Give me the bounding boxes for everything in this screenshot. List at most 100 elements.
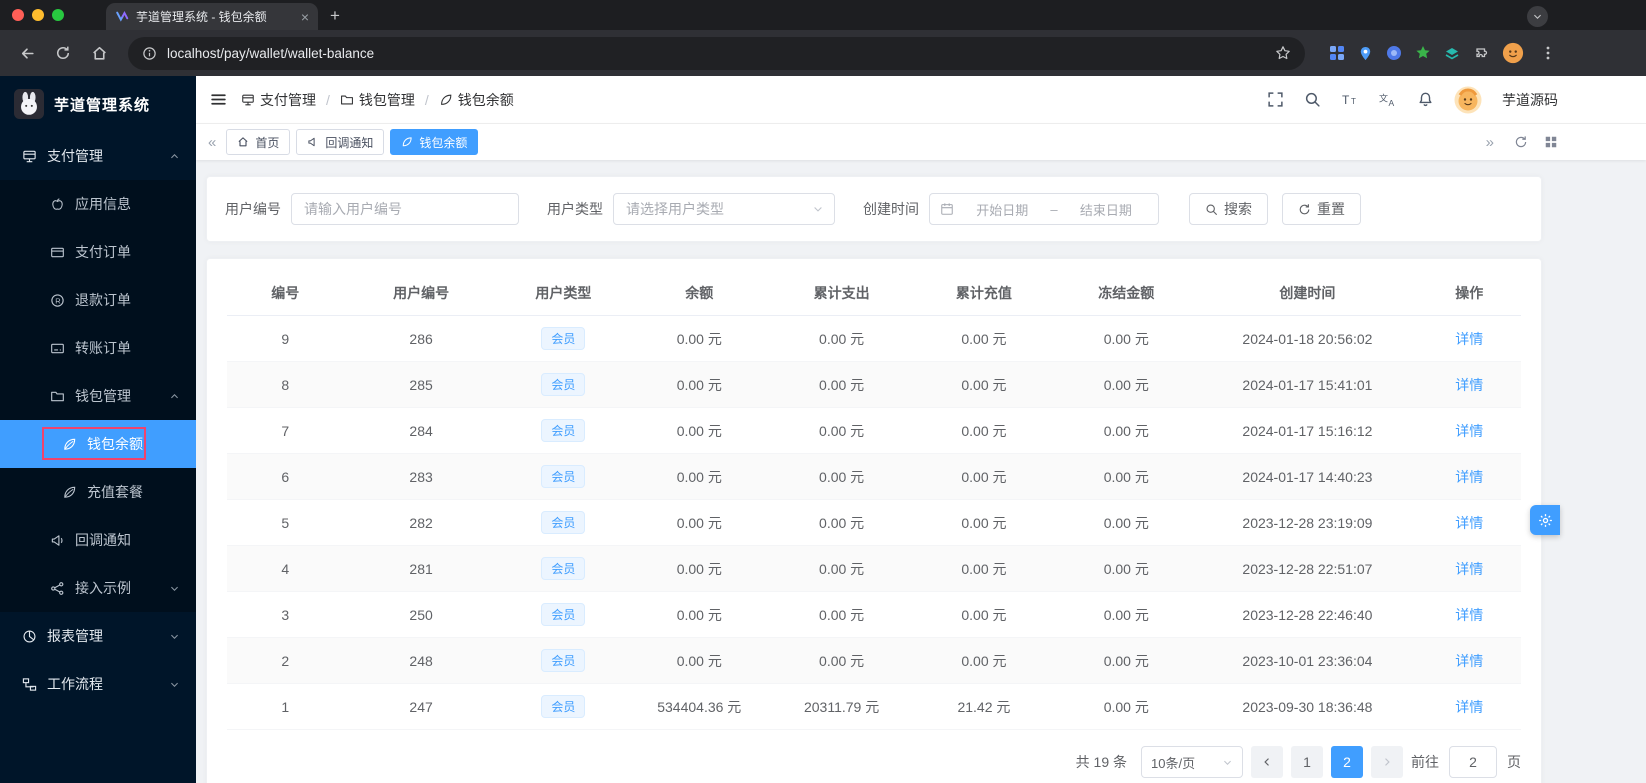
refresh-icon[interactable] [1514, 135, 1528, 149]
sidebar-item-workflow[interactable]: 工作流程 [0, 660, 196, 708]
search-filter-card: 用户编号 用户类型 请选择用户类型 创建时间 [206, 176, 1542, 242]
extensions-puzzle-icon[interactable] [1473, 45, 1489, 61]
page-size-select[interactable]: 10条/页 [1141, 746, 1243, 778]
window-zoom-button[interactable] [52, 9, 64, 21]
transfer-card-icon [51, 343, 64, 353]
fullscreen-icon[interactable] [1267, 91, 1284, 108]
app-logo[interactable]: 芋道管理系统 [0, 76, 196, 132]
sidebar-item-payment-orders[interactable]: 支付订单 [0, 228, 196, 276]
sidebar-item-payment-management[interactable]: 支付管理 [0, 132, 196, 180]
page-button-2[interactable]: 2 [1331, 746, 1363, 778]
detail-link[interactable]: 详情 [1455, 561, 1483, 577]
reset-button[interactable]: 重置 [1282, 193, 1361, 225]
end-date-placeholder: 结束日期 [1079, 202, 1132, 218]
sidebar-item-callback-notify[interactable]: 回调通知 [0, 516, 196, 564]
user-avatar[interactable] [1454, 86, 1482, 114]
address-bar[interactable]: localhost/pay/wallet/wallet-balance [128, 36, 1305, 70]
username[interactable]: 芋道源码 [1502, 90, 1558, 110]
next-page-button[interactable] [1371, 746, 1403, 778]
back-button[interactable] [12, 38, 42, 68]
create-time-range-picker[interactable]: 开始日期 – 结束日期 [929, 193, 1159, 225]
extension-icon-pin[interactable] [1358, 46, 1373, 61]
tab-close-icon[interactable]: × [301, 9, 309, 25]
chevron-down-icon [1224, 760, 1231, 765]
user-no-input[interactable] [291, 193, 519, 225]
extension-icon-grid[interactable] [1329, 45, 1345, 61]
sidebar-item-wallet-management[interactable]: 钱包管理 [0, 372, 196, 420]
reload-button[interactable] [48, 38, 78, 68]
tag-callback-notify[interactable]: 回调通知 [296, 129, 385, 155]
sidebar-item-recharge-packages[interactable]: 充值套餐 [0, 468, 196, 516]
table-row: 5 282 会员 0.00 元 0.00 元 0.00 元 0.00 元 202… [227, 499, 1521, 546]
sidebar-item-label: 工作流程 [47, 676, 103, 692]
collapse-menu-button[interactable] [210, 91, 227, 108]
breadcrumb-item-wallet-balance[interactable]: 钱包余额 [439, 90, 514, 110]
user-type-tag: 会员 [541, 327, 586, 350]
cell-total-recharge: 21.42 元 [957, 698, 1011, 715]
detail-link[interactable]: 详情 [1455, 699, 1483, 715]
search-icon[interactable] [1304, 91, 1321, 108]
sidebar-item-app-info[interactable]: 应用信息 [0, 180, 196, 228]
cell-created-at: 2024-01-17 15:41:01 [1242, 376, 1373, 393]
tag-home[interactable]: 首页 [226, 129, 291, 155]
cell-id: 8 [281, 376, 290, 393]
sidebar-item-wallet-balance[interactable]: 钱包余额 [0, 420, 196, 468]
bookmark-star-icon[interactable] [1275, 45, 1291, 61]
scroll-left-icon[interactable]: « [204, 134, 220, 151]
browser-tab[interactable]: 芋道管理系统 - 钱包余额 × [106, 3, 318, 30]
sidebar-item-label: 接入示例 [75, 580, 131, 596]
cell-created-at: 2024-01-17 14:40:23 [1242, 468, 1373, 485]
window-close-button[interactable] [12, 9, 24, 21]
sidebar-item-transfer-orders[interactable]: 转账订单 [0, 324, 196, 372]
new-tab-button[interactable]: + [330, 6, 340, 26]
payment-icon [23, 150, 36, 162]
sidebar-item-refund-orders[interactable]: R 退款订单 [0, 276, 196, 324]
detail-link[interactable]: 详情 [1455, 515, 1483, 531]
layout-grid-icon[interactable] [1544, 135, 1558, 149]
browser-profile-avatar[interactable] [1502, 42, 1524, 64]
site-info-icon[interactable] [142, 46, 157, 61]
table-row: 2 248 会员 0.00 元 0.00 元 0.00 元 0.00 元 202… [227, 637, 1521, 684]
table-header-row: 编号 用户编号 用户类型 余额 累计支出 累计充值 冻结金额 创建时间 操作 [227, 271, 1521, 316]
tab-search-button[interactable] [1527, 6, 1548, 27]
main-panel: 支付管理 / 钱包管理 / 钱包余额 TT 文 A 芋道源码 « 首页 回调通知… [196, 76, 1646, 783]
sidebar-item-integration-examples[interactable]: 接入示例 [0, 564, 196, 612]
tag-wallet-balance[interactable]: 钱包余额 [390, 129, 479, 155]
locale-icon[interactable]: 文A [1379, 91, 1397, 109]
detail-link[interactable]: 详情 [1455, 331, 1483, 347]
home-button[interactable] [84, 38, 114, 68]
breadcrumb-item-payment[interactable]: 支付管理 [241, 90, 316, 110]
font-size-icon[interactable]: TT [1341, 91, 1359, 108]
cell-total-expense: 0.00 元 [819, 652, 865, 669]
column-header: 用户编号 [343, 271, 499, 316]
search-button[interactable]: 搜索 [1189, 193, 1268, 225]
svg-text:R: R [55, 296, 61, 305]
detail-link[interactable]: 详情 [1455, 469, 1483, 485]
chevron-right-icon [1385, 758, 1390, 766]
page-button-1[interactable]: 1 [1291, 746, 1323, 778]
settings-fab-button[interactable] [1530, 505, 1560, 535]
detail-link[interactable]: 详情 [1455, 377, 1483, 393]
detail-link[interactable]: 详情 [1455, 423, 1483, 439]
extension-icon-green[interactable] [1415, 45, 1431, 61]
window-minimize-button[interactable] [32, 9, 44, 21]
breadcrumb-separator: / [326, 91, 330, 108]
bell-icon[interactable] [1417, 91, 1434, 108]
user-type-select[interactable]: 请选择用户类型 [613, 193, 835, 225]
prev-page-button[interactable] [1251, 746, 1283, 778]
tag-label: 钱包余额 [419, 135, 468, 150]
detail-link[interactable]: 详情 [1455, 653, 1483, 669]
breadcrumb-item-wallet-mgmt[interactable]: 钱包管理 [340, 90, 415, 110]
workflow-icon [22, 677, 37, 691]
scroll-right-icon[interactable]: » [1482, 134, 1498, 151]
sidebar-item-report-management[interactable]: 报表管理 [0, 612, 196, 660]
extension-icon-teal[interactable] [1444, 45, 1460, 61]
calendar-icon [941, 203, 953, 215]
url-text: localhost/pay/wallet/wallet-balance [167, 45, 375, 61]
extension-icon-circle[interactable] [1386, 45, 1402, 61]
detail-link[interactable]: 详情 [1455, 607, 1483, 623]
goto-page-input[interactable] [1449, 746, 1497, 778]
home-icon [238, 137, 248, 147]
reset-icon [1299, 203, 1310, 214]
browser-menu-icon[interactable] [1540, 45, 1556, 61]
